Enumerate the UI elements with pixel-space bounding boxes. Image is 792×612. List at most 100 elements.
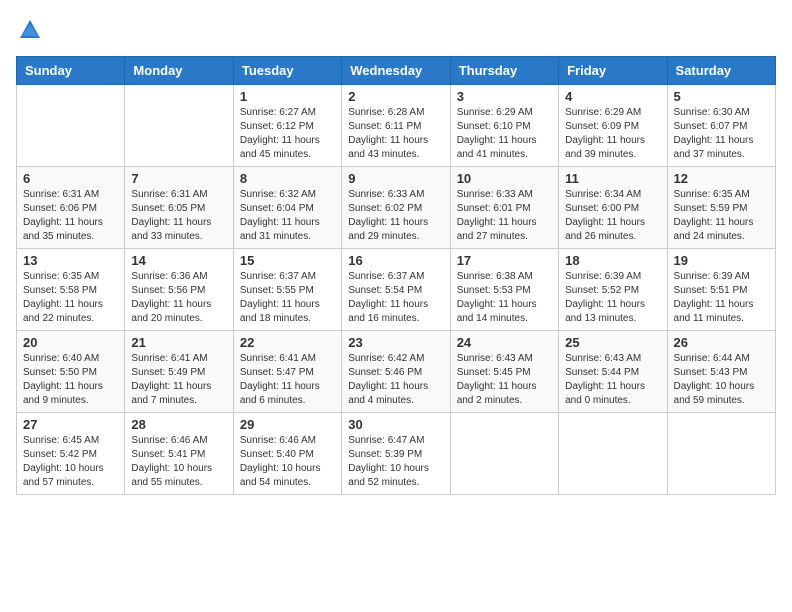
day-info: Sunrise: 6:30 AM Sunset: 6:07 PM Dayligh…: [674, 106, 769, 162]
day-info: Sunrise: 6:35 AM Sunset: 5:58 PM Dayligh…: [23, 270, 118, 326]
calendar-cell: 10 Sunrise: 6:33 AM Sunset: 6:01 PM Dayli…: [450, 167, 558, 249]
calendar-cell: 21 Sunrise: 6:41 AM Sunset: 5:49 PM Dayli…: [125, 331, 233, 413]
calendar-cell: 19 Sunrise: 6:39 AM Sunset: 5:51 PM Dayli…: [667, 249, 775, 331]
day-info: Sunrise: 6:34 AM Sunset: 6:00 PM Dayligh…: [565, 188, 660, 244]
calendar-cell: 6Sunrise: 6:31 AM Sunset: 6:06 PM Daylig…: [17, 167, 125, 249]
calendar-cell: [125, 85, 233, 167]
calendar-header-friday: Friday: [559, 57, 667, 85]
calendar-cell: 28Sunrise: 6:46 AM Sunset: 5:41 PM Dayli…: [125, 413, 233, 495]
calendar-week-row: 6Sunrise: 6:31 AM Sunset: 6:06 PM Daylig…: [17, 167, 776, 249]
day-number: 15: [240, 253, 335, 268]
day-number: 1: [240, 89, 335, 104]
calendar-week-row: 27 Sunrise: 6:45 AM Sunset: 5:42 PM Dayli…: [17, 413, 776, 495]
day-number: 6: [23, 171, 118, 186]
day-number: 10: [457, 171, 552, 186]
logo: [16, 16, 48, 44]
day-number: 23: [348, 335, 443, 350]
day-info: Sunrise: 6:46 AM Sunset: 5:41 PM Dayligh…: [131, 434, 226, 490]
calendar-cell: [450, 413, 558, 495]
calendar-cell: 29 Sunrise: 6:46 AM Sunset: 5:40 PM Dayli…: [233, 413, 341, 495]
calendar-cell: 18 Sunrise: 6:39 AM Sunset: 5:52 PM Dayli…: [559, 249, 667, 331]
day-number: 27: [23, 417, 118, 432]
calendar-week-row: 20 Sunrise: 6:40 AM Sunset: 5:50 PM Dayli…: [17, 331, 776, 413]
day-number: 14: [131, 253, 226, 268]
day-info: Sunrise: 6:39 AM Sunset: 5:51 PM Dayligh…: [674, 270, 769, 326]
day-number: 19: [674, 253, 769, 268]
logo-icon: [16, 16, 44, 44]
day-info: Sunrise: 6:33 AM Sunset: 6:01 PM Dayligh…: [457, 188, 552, 244]
day-info: Sunrise: 6:31 AM Sunset: 6:05 PM Dayligh…: [131, 188, 226, 244]
day-info: Sunrise: 6:33 AM Sunset: 6:02 PM Dayligh…: [348, 188, 443, 244]
calendar-cell: 1 Sunrise: 6:27 AM Sunset: 6:12 PM Daylig…: [233, 85, 341, 167]
calendar-cell: 5 Sunrise: 6:30 AM Sunset: 6:07 PM Daylig…: [667, 85, 775, 167]
calendar-cell: 7 Sunrise: 6:31 AM Sunset: 6:05 PM Daylig…: [125, 167, 233, 249]
day-number: 5: [674, 89, 769, 104]
calendar-cell: 11 Sunrise: 6:34 AM Sunset: 6:00 PM Dayli…: [559, 167, 667, 249]
calendar-cell: 12Sunrise: 6:35 AM Sunset: 5:59 PM Dayli…: [667, 167, 775, 249]
day-number: 3: [457, 89, 552, 104]
calendar-cell: 14 Sunrise: 6:36 AM Sunset: 5:56 PM Dayli…: [125, 249, 233, 331]
calendar-cell: 8 Sunrise: 6:32 AM Sunset: 6:04 PM Daylig…: [233, 167, 341, 249]
calendar-cell: 23 Sunrise: 6:42 AM Sunset: 5:46 PM Dayli…: [342, 331, 450, 413]
day-info: Sunrise: 6:37 AM Sunset: 5:54 PM Dayligh…: [348, 270, 443, 326]
day-info: Sunrise: 6:36 AM Sunset: 5:56 PM Dayligh…: [131, 270, 226, 326]
day-number: 18: [565, 253, 660, 268]
day-number: 7: [131, 171, 226, 186]
day-number: 12: [674, 171, 769, 186]
calendar-cell: 30Sunrise: 6:47 AM Sunset: 5:39 PM Dayli…: [342, 413, 450, 495]
calendar-cell: 4 Sunrise: 6:29 AM Sunset: 6:09 PM Daylig…: [559, 85, 667, 167]
calendar-header-saturday: Saturday: [667, 57, 775, 85]
day-info: Sunrise: 6:42 AM Sunset: 5:46 PM Dayligh…: [348, 352, 443, 408]
day-info: Sunrise: 6:43 AM Sunset: 5:45 PM Dayligh…: [457, 352, 552, 408]
day-info: Sunrise: 6:46 AM Sunset: 5:40 PM Dayligh…: [240, 434, 335, 490]
day-info: Sunrise: 6:29 AM Sunset: 6:10 PM Dayligh…: [457, 106, 552, 162]
calendar-cell: 13 Sunrise: 6:35 AM Sunset: 5:58 PM Dayli…: [17, 249, 125, 331]
day-info: Sunrise: 6:41 AM Sunset: 5:49 PM Dayligh…: [131, 352, 226, 408]
day-number: 26: [674, 335, 769, 350]
day-info: Sunrise: 6:28 AM Sunset: 6:11 PM Dayligh…: [348, 106, 443, 162]
calendar-cell: [559, 413, 667, 495]
calendar-header-monday: Monday: [125, 57, 233, 85]
calendar-week-row: 13 Sunrise: 6:35 AM Sunset: 5:58 PM Dayli…: [17, 249, 776, 331]
calendar-cell: 26Sunrise: 6:44 AM Sunset: 5:43 PM Dayli…: [667, 331, 775, 413]
calendar-week-row: 1 Sunrise: 6:27 AM Sunset: 6:12 PM Daylig…: [17, 85, 776, 167]
day-info: Sunrise: 6:32 AM Sunset: 6:04 PM Dayligh…: [240, 188, 335, 244]
calendar-cell: 16Sunrise: 6:37 AM Sunset: 5:54 PM Dayli…: [342, 249, 450, 331]
calendar-header-thursday: Thursday: [450, 57, 558, 85]
day-info: Sunrise: 6:40 AM Sunset: 5:50 PM Dayligh…: [23, 352, 118, 408]
calendar-cell: 2 Sunrise: 6:28 AM Sunset: 6:11 PM Daylig…: [342, 85, 450, 167]
calendar-header-row: SundayMondayTuesdayWednesdayThursdayFrid…: [17, 57, 776, 85]
day-info: Sunrise: 6:38 AM Sunset: 5:53 PM Dayligh…: [457, 270, 552, 326]
day-number: 2: [348, 89, 443, 104]
day-number: 8: [240, 171, 335, 186]
calendar-header-sunday: Sunday: [17, 57, 125, 85]
day-number: 24: [457, 335, 552, 350]
day-number: 29: [240, 417, 335, 432]
calendar-cell: [667, 413, 775, 495]
calendar-header-wednesday: Wednesday: [342, 57, 450, 85]
calendar-cell: 17 Sunrise: 6:38 AM Sunset: 5:53 PM Dayli…: [450, 249, 558, 331]
calendar-cell: 15Sunrise: 6:37 AM Sunset: 5:55 PM Dayli…: [233, 249, 341, 331]
calendar-cell: 24 Sunrise: 6:43 AM Sunset: 5:45 PM Dayli…: [450, 331, 558, 413]
day-number: 17: [457, 253, 552, 268]
page-header: [16, 16, 776, 44]
day-number: 22: [240, 335, 335, 350]
day-number: 4: [565, 89, 660, 104]
day-info: Sunrise: 6:43 AM Sunset: 5:44 PM Dayligh…: [565, 352, 660, 408]
calendar-cell: 22 Sunrise: 6:41 AM Sunset: 5:47 PM Dayli…: [233, 331, 341, 413]
day-info: Sunrise: 6:29 AM Sunset: 6:09 PM Dayligh…: [565, 106, 660, 162]
day-number: 20: [23, 335, 118, 350]
day-info: Sunrise: 6:45 AM Sunset: 5:42 PM Dayligh…: [23, 434, 118, 490]
day-info: Sunrise: 6:41 AM Sunset: 5:47 PM Dayligh…: [240, 352, 335, 408]
day-number: 13: [23, 253, 118, 268]
day-number: 11: [565, 171, 660, 186]
day-info: Sunrise: 6:27 AM Sunset: 6:12 PM Dayligh…: [240, 106, 335, 162]
calendar-header-tuesday: Tuesday: [233, 57, 341, 85]
calendar-cell: 20 Sunrise: 6:40 AM Sunset: 5:50 PM Dayli…: [17, 331, 125, 413]
calendar-cell: [17, 85, 125, 167]
calendar-table: SundayMondayTuesdayWednesdayThursdayFrid…: [16, 56, 776, 495]
day-number: 21: [131, 335, 226, 350]
day-info: Sunrise: 6:39 AM Sunset: 5:52 PM Dayligh…: [565, 270, 660, 326]
day-number: 30: [348, 417, 443, 432]
calendar-cell: 9Sunrise: 6:33 AM Sunset: 6:02 PM Daylig…: [342, 167, 450, 249]
